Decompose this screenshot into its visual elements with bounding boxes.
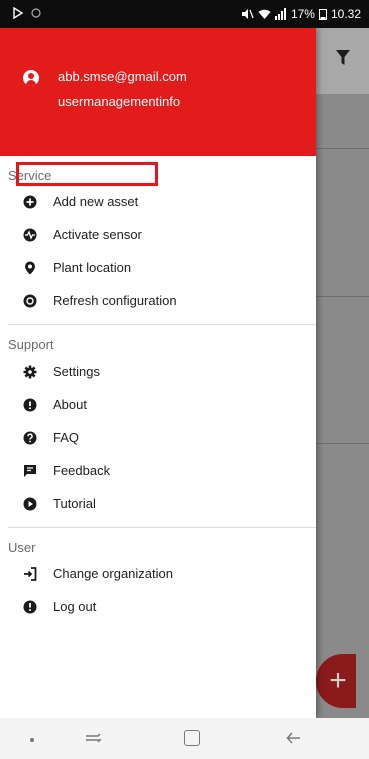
menu-item-label: Plant location (53, 260, 132, 275)
home-button[interactable] (184, 730, 200, 746)
menu-item-plant-location[interactable]: Plant location (0, 252, 316, 284)
menu-item-log-out[interactable]: Log out (0, 591, 316, 623)
background-divider (316, 443, 369, 444)
pulse-icon (23, 228, 37, 242)
menu-item-change-organization[interactable]: Change organization (0, 558, 316, 590)
map-pin-icon (25, 261, 35, 275)
menu-item-settings[interactable]: Settings (0, 356, 316, 388)
menu-item-about[interactable]: About (0, 389, 316, 421)
signal-icon (274, 8, 286, 20)
section-divider (8, 324, 316, 325)
background-app-bar (316, 28, 369, 94)
status-bar: 17% 10.32 (0, 0, 369, 28)
section-divider (8, 527, 316, 528)
menu-item-activate-sensor[interactable]: Activate sensor (0, 219, 316, 251)
filter-icon[interactable] (336, 50, 350, 66)
plus-circle-icon (23, 195, 37, 209)
mute-icon (241, 9, 254, 19)
menu-item-label: FAQ (53, 430, 80, 445)
section-title-support: Support (8, 337, 54, 352)
system-nav-bar (0, 718, 369, 759)
add-fab[interactable]: + (316, 654, 356, 708)
play-store-icon (13, 7, 24, 19)
menu-item-add-new-asset[interactable]: Add new asset (0, 186, 316, 218)
menu-item-label: Settings (53, 364, 100, 379)
menu-item-label: Feedback (53, 463, 111, 478)
menu-item-label: Log out (53, 599, 97, 614)
feedback-icon (24, 465, 36, 477)
gear-icon (23, 365, 37, 379)
section-title-user: User (8, 540, 36, 555)
menu-item-label: Refresh configuration (53, 293, 177, 308)
menu-item-label: Change organization (53, 566, 173, 581)
question-icon (23, 431, 37, 445)
user-organization: usermanagementinfo (58, 94, 181, 109)
menu-item-faq[interactable]: FAQ (0, 422, 316, 454)
info-icon (23, 398, 37, 412)
account-icon (23, 70, 39, 86)
logout-icon (23, 600, 37, 614)
menu-item-label: Tutorial (53, 496, 96, 511)
clock: 10.32 (330, 7, 361, 21)
menu-item-feedback[interactable]: Feedback (0, 455, 316, 487)
wifi-icon (258, 9, 271, 19)
menu-item-label: Add new asset (53, 194, 139, 209)
back-arrow-icon[interactable] (286, 730, 302, 746)
background-divider (316, 296, 369, 297)
battery-icon (318, 9, 327, 20)
login-icon (24, 567, 37, 581)
highlight-box (16, 162, 158, 186)
drawer-header: abb.smse@gmail.com usermanagementinfo (0, 28, 316, 156)
menu-item-label: About (53, 397, 87, 412)
menu-item-tutorial[interactable]: Tutorial (0, 488, 316, 520)
navigation-drawer: abb.smse@gmail.com usermanagementinfo Se… (0, 28, 316, 718)
user-email: abb.smse@gmail.com (58, 69, 187, 84)
sync-icon (31, 8, 41, 18)
nav-dot-icon (30, 738, 34, 742)
menu-item-label: Activate sensor (53, 227, 142, 242)
background-app: + (316, 28, 369, 718)
menu-item-refresh-configuration[interactable]: Refresh configuration (0, 285, 316, 317)
battery-percent: 17% (290, 7, 315, 21)
recent-apps-icon[interactable] (84, 728, 102, 748)
play-circle-icon (23, 497, 37, 511)
background-divider (316, 148, 369, 149)
refresh-icon (23, 294, 37, 308)
